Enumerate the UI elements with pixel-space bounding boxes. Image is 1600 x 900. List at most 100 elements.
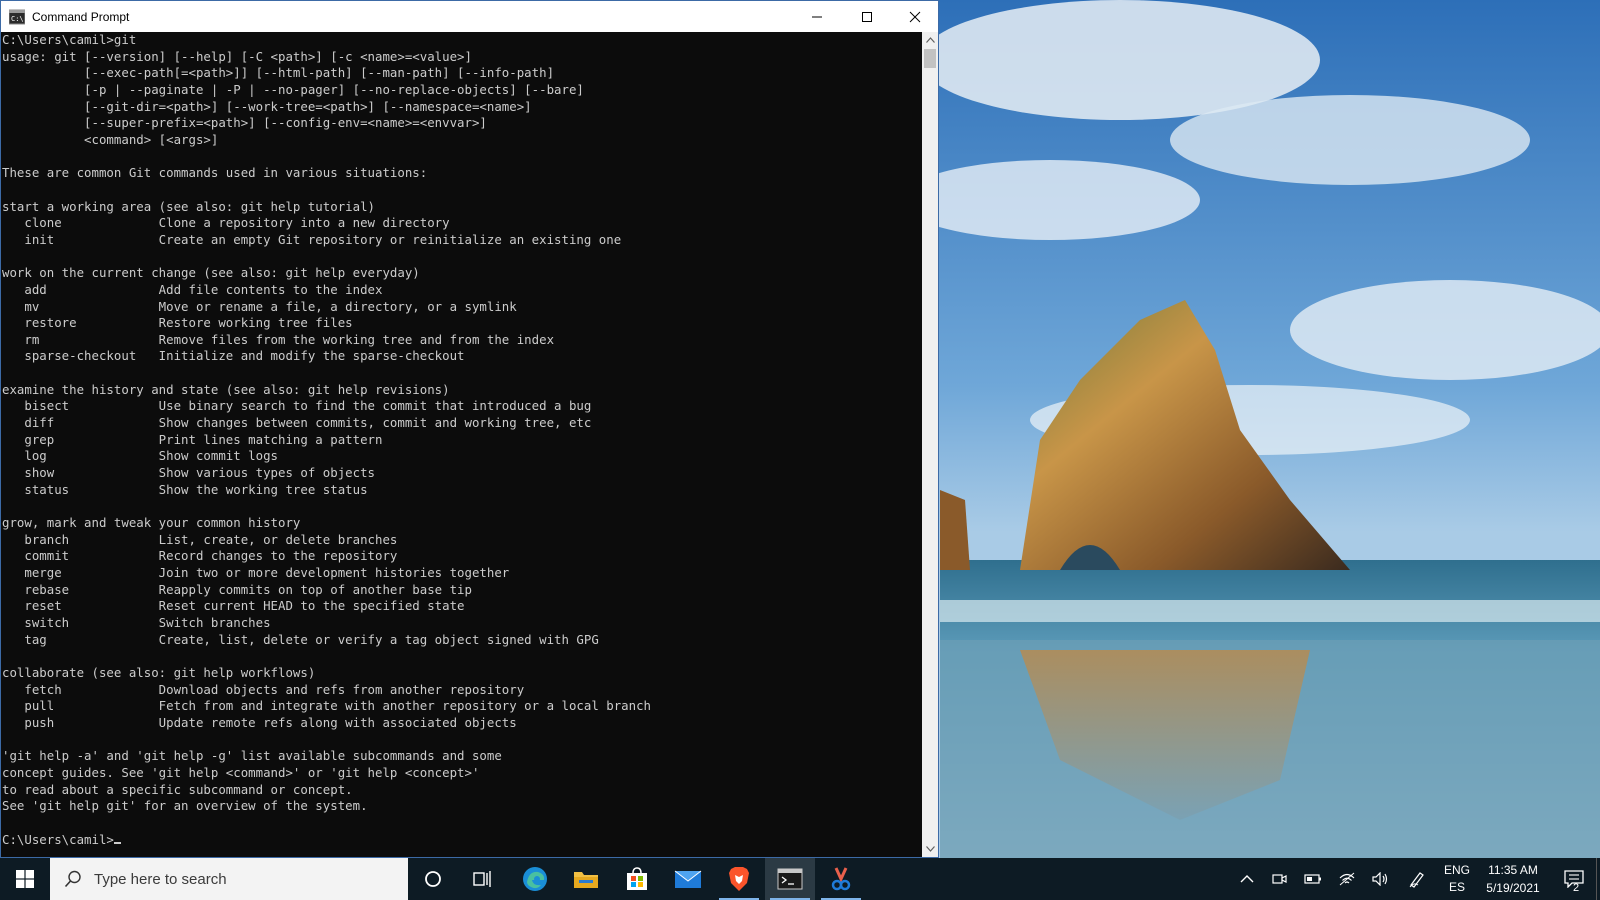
window-title: Command Prompt [32,9,130,24]
console-line: reset Reset current HEAD to the specifie… [2,598,465,614]
chevron-down-icon [925,846,935,852]
taskbar-app-brave[interactable] [714,858,764,900]
console-line: fetch Download objects and refs from ano… [2,681,525,697]
console-line: work on the current change (see also: gi… [2,265,420,281]
console-line: rm Remove files from the working tree an… [2,331,555,347]
console-line: [-p | --paginate | -P | --no-pager] [--n… [2,81,584,97]
clock[interactable]: 11:35 AM 5/19/2021 [1476,858,1550,900]
circle-icon [425,871,441,887]
search-placeholder: Type here to search [94,870,227,888]
speaker-icon [1372,872,1388,886]
console-line: diff Show changes between commits, commi… [2,415,592,431]
console-line: merge Join two or more development histo… [2,565,510,580]
close-icon [909,11,921,22]
console-line: switch Switch branches [2,614,271,630]
mail-icon [674,870,702,888]
wifi-icon [1339,872,1355,886]
console-line: rebase Reapply commits on top of another… [2,581,472,597]
minimize-button[interactable] [794,1,840,32]
keyboard-layout: ES [1448,880,1465,894]
command-prompt-icon: C:\ [9,9,25,24]
console-line: [--exec-path[=<path>]] [--html-path] [--… [2,65,555,81]
console-line: [--super-prefix=<path>] [--config-env=<n… [2,115,487,131]
taskbar-search-box[interactable]: Type here to search [50,858,408,900]
console-line: to read about a specific subcommand or c… [2,781,353,797]
console-line: restore Restore working tree files [2,315,353,331]
taskbar-app-file-explorer[interactable] [561,858,611,900]
chevron-up-icon [1240,875,1254,883]
scroll-thumb[interactable] [924,49,936,68]
console-line: mv Move or rename a file, a directory, o… [2,298,517,314]
console-line: C:\Users\camil>git [2,32,137,47]
task-view-button[interactable] [458,858,508,900]
tray-battery[interactable] [1298,858,1328,900]
maximize-icon [862,11,872,22]
battery-icon [1304,874,1321,884]
notification-count: 2 [1573,882,1580,894]
console-line: add Add file contents to the index [2,281,383,297]
console-line: bisect Use binary search to find the com… [2,398,592,414]
taskbar-app-store[interactable] [612,858,662,900]
video-camera-icon [1272,874,1287,884]
chevron-up-icon [925,37,935,43]
tray-volume[interactable] [1366,858,1396,900]
maximize-button[interactable] [844,1,890,32]
input-language-indicator[interactable]: ENG ES [1437,858,1477,900]
language-code: ENG [1443,863,1470,877]
start-button[interactable] [0,858,50,900]
console-line: 'git help -a' and 'git help -g' list ava… [2,748,502,764]
taskbar-app-command-prompt[interactable] [765,858,815,900]
console-line: These are common Git commands used in va… [2,165,428,181]
console-line: [--git-dir=<path>] [--work-tree=<path>] … [2,98,532,114]
taskbar-app-snip-sketch[interactable] [816,858,866,900]
close-button[interactable] [892,1,938,32]
scroll-up-button[interactable] [922,32,938,48]
task-view-icon [473,871,491,887]
console-line: branch List, create, or delete branches [2,531,398,547]
terminal-icon [777,868,803,890]
console-line: examine the history and state (see also:… [2,381,450,397]
console-line: clone Clone a repository into a new dire… [2,215,450,231]
console-output[interactable]: C:\Users\camil>git usage: git [--version… [1,32,922,857]
console-text: C:\Users\camil>git usage: git [--version… [1,32,922,848]
console-line: See 'git help git' for an overview of th… [2,798,368,814]
console-line: show Show various types of objects [2,465,375,481]
console-line: pull Fetch from and integrate with anoth… [2,698,652,714]
clock-date: 5/19/2021 [1486,881,1540,895]
cortana-button[interactable] [408,858,458,900]
console-line: log Show commit logs [2,448,279,464]
taskbar-app-mail[interactable] [663,858,713,900]
vertical-scrollbar[interactable] [922,32,938,857]
console-line: concept guides. See 'git help <command>'… [2,764,480,780]
console-line: start a working area (see also: git help… [2,198,375,214]
console-line: collaborate (see also: git help workflow… [2,664,316,680]
command-prompt-window[interactable]: C:\ Command Prompt C:\Users\camil>git us… [0,0,939,858]
clock-time: 11:35 AM [1488,863,1538,877]
console-line: <command> [<args>] [2,131,219,147]
console-line: grow, mark and tweak your common history [2,515,301,531]
console-line: usage: git [--version] [--help] [-C <pat… [2,48,472,64]
console-line: init Create an empty Git repository or r… [2,231,622,247]
console-line: sparse-checkout Initialize and modify th… [2,348,465,364]
windows-logo-icon [16,870,34,888]
brave-icon [729,867,749,891]
store-icon [627,867,647,890]
tray-network[interactable] [1332,858,1362,900]
show-hidden-icons-button[interactable] [1232,858,1262,900]
scroll-down-button[interactable] [922,841,938,857]
tray-meet-now[interactable] [1264,858,1294,900]
console-line: status Show the working tree status [2,481,368,497]
search-icon [64,870,82,888]
console-line: tag Create, list, delete or verify a tag… [2,631,599,647]
tray-pen-workspace[interactable] [1402,858,1432,900]
text-cursor [113,841,121,844]
minimize-icon [812,16,822,17]
title-bar[interactable]: C:\ Command Prompt [1,1,938,32]
snip-icon [831,867,851,891]
console-prompt: C:\Users\camil> [2,831,114,847]
console-line: commit Record changes to the repository [2,548,398,564]
taskbar-app-edge[interactable] [510,858,560,900]
show-desktop-button[interactable] [1596,858,1600,900]
svg-text:C:\: C:\ [11,15,24,23]
folder-icon [574,872,598,888]
